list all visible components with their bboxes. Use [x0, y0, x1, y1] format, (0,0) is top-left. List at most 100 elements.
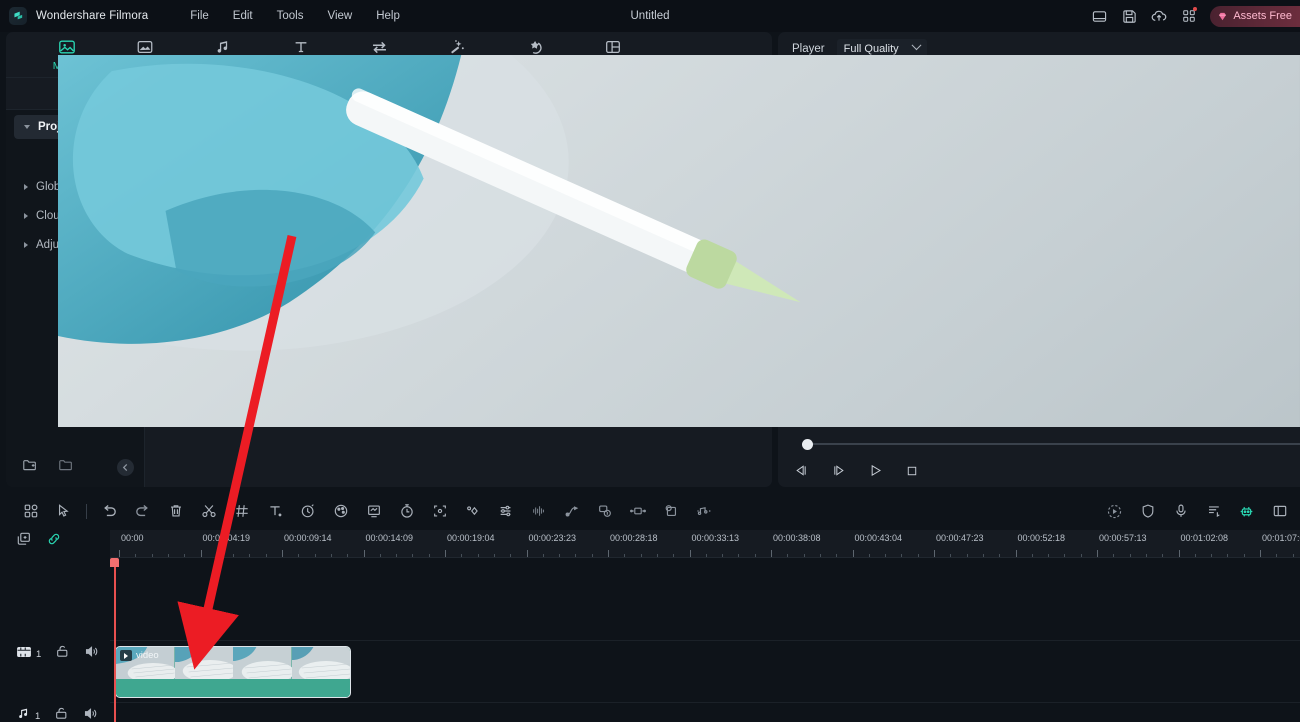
transition-icon[interactable]	[621, 496, 654, 526]
timeline-playhead[interactable]	[110, 558, 119, 722]
ruler-tick-label: 00:01:07:03	[1262, 533, 1300, 543]
select-tool-icon[interactable]	[47, 496, 80, 526]
ruler-minor-tick	[999, 554, 1001, 557]
audio-track-header: 1	[0, 702, 110, 722]
chevron-right-icon	[24, 184, 28, 190]
clip-frame	[291, 647, 350, 679]
marker-list-icon[interactable]	[1197, 496, 1230, 526]
ruler-major-tick	[363, 550, 365, 557]
seek-handle[interactable]	[802, 438, 813, 450]
stop-icon[interactable]	[905, 464, 919, 483]
window-icon[interactable]	[1084, 0, 1114, 32]
title-bar-actions: Assets Free	[1084, 0, 1300, 32]
color-palette-icon[interactable]	[324, 496, 357, 526]
video-track-icon[interactable]	[16, 644, 32, 665]
audio-ducking-icon[interactable]	[687, 496, 720, 526]
project-grid-icon[interactable]	[14, 496, 47, 526]
transitions-arrow-icon	[370, 37, 389, 57]
undo-icon[interactable]	[93, 496, 126, 526]
delete-icon[interactable]	[159, 496, 192, 526]
stickers-icon	[526, 37, 545, 57]
redo-icon[interactable]	[126, 496, 159, 526]
playhead-handle[interactable]	[110, 558, 119, 567]
assets-free-badge[interactable]: Assets Free	[1210, 5, 1300, 27]
add-track-icon[interactable]	[16, 531, 32, 552]
auto-sync-icon[interactable]	[555, 496, 588, 526]
menu-view[interactable]: View	[315, 6, 364, 26]
menu-file[interactable]: File	[178, 6, 221, 26]
ruler-tick-label: 00:01:02:08	[1180, 533, 1229, 543]
ruler-minor-tick	[1064, 554, 1066, 557]
filmora-app-window: Wondershare Filmora File Edit Tools View…	[0, 0, 1300, 722]
speed-icon[interactable]	[291, 496, 324, 526]
mute-icon[interactable]	[83, 706, 98, 722]
audio-track-icon[interactable]	[16, 706, 31, 722]
ai-chip-icon[interactable]	[1230, 496, 1263, 526]
ruler-minor-tick	[265, 554, 267, 557]
notification-dot	[1193, 7, 1198, 11]
ruler-minor-tick	[510, 554, 512, 557]
keyframe-icon[interactable]	[456, 496, 489, 526]
ruler-minor-tick	[901, 554, 903, 557]
next-frame-icon[interactable]	[831, 463, 846, 483]
text-tool-icon[interactable]	[258, 496, 291, 526]
shield-icon[interactable]	[1131, 496, 1164, 526]
ruler-minor-tick	[705, 554, 707, 557]
menu-help[interactable]: Help	[364, 6, 412, 26]
clip-audio-body	[116, 679, 350, 697]
ruler-tick-label: 00:00:47:23	[936, 533, 984, 543]
split-scissors-icon[interactable]	[192, 496, 225, 526]
lock-icon[interactable]	[55, 644, 70, 664]
ruler-minor-tick	[754, 554, 756, 557]
ruler-major-tick	[689, 550, 691, 557]
ruler-minor-tick	[167, 554, 169, 557]
link-toggle-icon[interactable]	[46, 531, 62, 552]
ruler-minor-tick	[982, 554, 984, 557]
mask-icon[interactable]	[654, 496, 687, 526]
ruler-minor-tick	[787, 554, 789, 557]
ruler-minor-tick	[461, 554, 463, 557]
play-icon[interactable]	[868, 463, 883, 483]
title-bar: Wondershare Filmora File Edit Tools View…	[0, 0, 1300, 32]
audio-mixer-icon[interactable]	[489, 496, 522, 526]
folder-options-icon[interactable]	[58, 457, 74, 478]
save-icon[interactable]	[1114, 0, 1144, 32]
ruler-minor-tick	[575, 554, 577, 557]
chevron-down-icon	[24, 125, 30, 129]
ruler-minor-tick	[233, 554, 235, 557]
ruler-minor-tick	[135, 554, 137, 557]
new-folder-icon[interactable]	[22, 457, 38, 478]
stock-media-icon	[136, 37, 154, 57]
cloud-upload-icon[interactable]	[1144, 0, 1174, 32]
lock-icon[interactable]	[54, 706, 69, 722]
grid-apps-icon[interactable]	[1174, 0, 1204, 32]
timeline-ruler[interactable]: 00:00 00:00:04:19 00:00:09:14 00:00:14:09 00…	[110, 530, 1300, 558]
mute-icon[interactable]	[84, 644, 99, 664]
collapse-panel-icon[interactable]	[117, 458, 134, 476]
ruler-minor-tick	[673, 554, 675, 557]
motion-tracking-icon[interactable]	[423, 496, 456, 526]
seek-track[interactable]	[808, 443, 1300, 445]
prev-frame-icon[interactable]	[794, 463, 809, 483]
player-seek-bar[interactable]	[790, 437, 1300, 451]
audio-wave-icon[interactable]	[522, 496, 555, 526]
timeline-clip-video[interactable]: video	[115, 646, 351, 698]
player-transport-controls	[786, 460, 919, 486]
video-track-header: 1	[0, 640, 128, 668]
effects-wand-icon	[448, 37, 467, 57]
fullscreen-icon[interactable]	[1263, 496, 1296, 526]
ruler-minor-tick	[559, 554, 561, 557]
render-preview-icon[interactable]	[1098, 496, 1131, 526]
menu-tools[interactable]: Tools	[265, 6, 316, 26]
timer-icon[interactable]	[390, 496, 423, 526]
menu-edit[interactable]: Edit	[221, 6, 265, 26]
crop-marker-icon[interactable]	[225, 496, 258, 526]
voiceover-mic-icon[interactable]	[1164, 496, 1197, 526]
ruler-minor-tick	[493, 554, 495, 557]
clip-label-text: video	[136, 650, 159, 661]
ruler-minor-tick	[1227, 554, 1229, 557]
ruler-minor-tick	[298, 554, 300, 557]
sticker-overlay-icon[interactable]	[588, 496, 621, 526]
ruler-tick-label: 00:00:52:18	[1017, 533, 1066, 543]
crop-frame-icon[interactable]	[357, 496, 390, 526]
